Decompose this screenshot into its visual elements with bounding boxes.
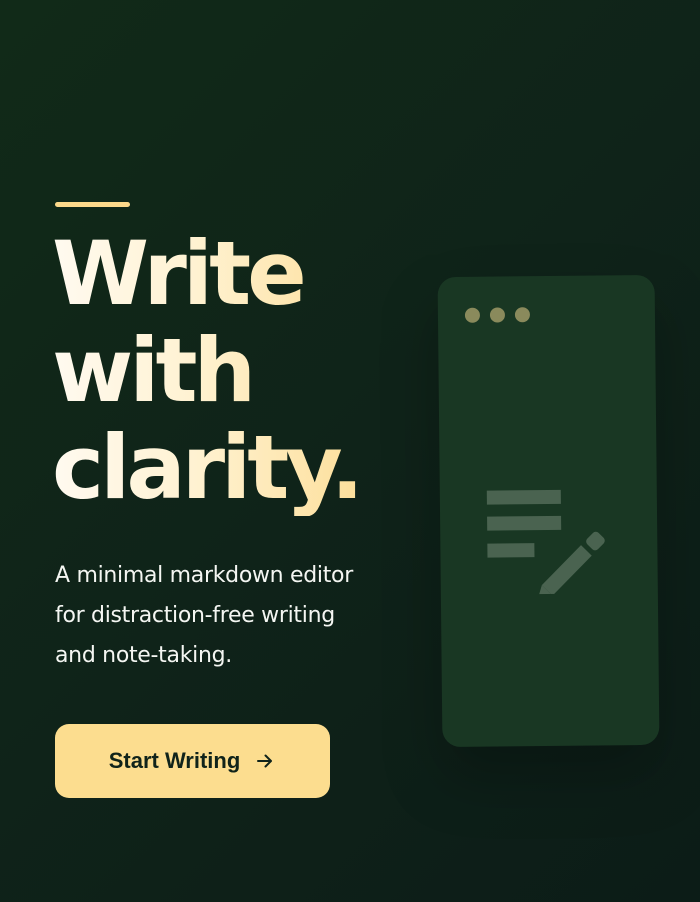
- headline-line-2: with: [52, 319, 253, 422]
- accent-rule: [55, 202, 130, 207]
- editor-illustration: [437, 274, 660, 748]
- arrow-right-icon: [254, 750, 276, 772]
- start-writing-label: Start Writing: [108, 748, 241, 773]
- hero-subtitle: A minimal markdown editor for distractio…: [55, 563, 353, 668]
- window-dot: [514, 307, 531, 323]
- hero-headline: Write with clarity.: [52, 225, 412, 516]
- window-dots-icon: [464, 307, 531, 323]
- window-dot: [464, 307, 481, 323]
- headline-line-3: clarity.: [52, 416, 361, 519]
- document-edit-icon: [484, 483, 613, 601]
- headline-line-1: Write: [52, 222, 303, 325]
- start-writing-button[interactable]: Start Writing: [55, 724, 330, 798]
- window-dot: [489, 307, 506, 323]
